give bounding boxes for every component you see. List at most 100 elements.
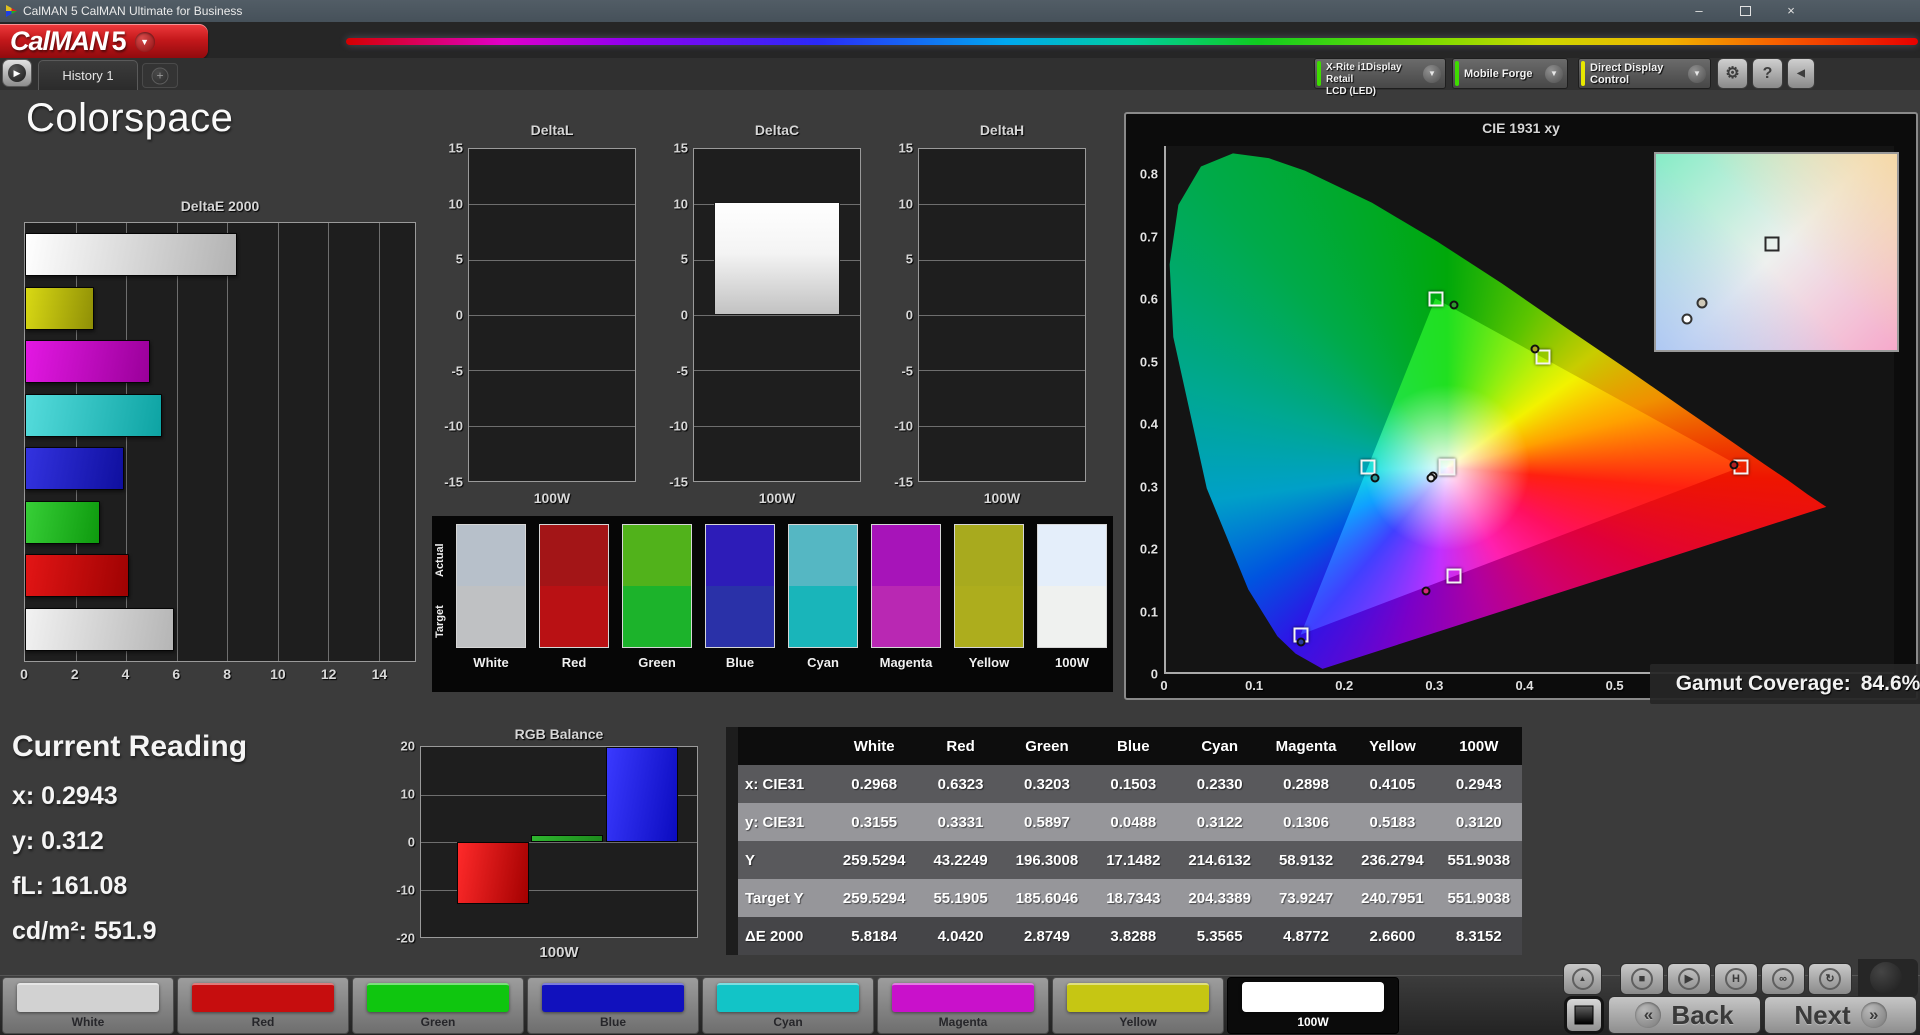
- grid-line: [919, 260, 1085, 261]
- table-cell: 18.7343: [1090, 890, 1176, 907]
- table-cell: 0.6323: [917, 776, 1003, 793]
- swatch-button-green[interactable]: Green: [352, 977, 524, 1034]
- deltae-tick-label: 8: [223, 666, 231, 682]
- table-row: Y259.529443.2249196.300817.1482214.61325…: [726, 841, 1522, 879]
- logo-menu-arrow-icon[interactable]: ▼: [135, 32, 155, 52]
- y-tick-label: 15: [674, 141, 688, 156]
- close-button[interactable]: ×: [1780, 3, 1802, 19]
- play-measure-button[interactable]: ▶: [1667, 963, 1711, 995]
- y-tick-label: -10: [396, 883, 415, 898]
- chevron-down-icon[interactable]: ▼: [1545, 65, 1563, 83]
- table-cell: 8.3152: [1436, 928, 1522, 945]
- gear-icon: ⚙: [1725, 65, 1739, 82]
- deltae-bars: [25, 223, 415, 661]
- refresh-button[interactable]: ↻: [1808, 963, 1852, 995]
- stop-measure-button[interactable]: ■: [1620, 963, 1664, 995]
- x-tick-label: 0.3: [1425, 678, 1443, 693]
- patch-swatch: [622, 524, 692, 648]
- deltae-bar-white: [25, 608, 174, 651]
- cie-target-magenta: [1447, 569, 1462, 584]
- swatch-button-100w[interactable]: 100W: [1227, 977, 1399, 1034]
- add-tab-button[interactable]: +: [142, 63, 178, 88]
- grid-line: [469, 315, 635, 316]
- patch-green: Green: [622, 524, 692, 670]
- chevron-down-icon[interactable]: ▼: [1688, 65, 1706, 83]
- table-cell: 17.1482: [1090, 852, 1176, 869]
- inset-measured-marker: [1696, 297, 1707, 308]
- pattern-window-button[interactable]: H: [1714, 963, 1758, 995]
- deltae-bar-cyan: [25, 394, 162, 437]
- swatch-color: [367, 983, 509, 1012]
- swatch-button-blue[interactable]: Blue: [527, 977, 699, 1034]
- display-control-dropdown[interactable]: Direct Display Control ▼: [1578, 58, 1711, 89]
- y-tick-label: 0.4: [1140, 417, 1158, 432]
- calman-logo[interactable]: CalMAN 5 ▼: [0, 24, 208, 59]
- toolbar-row: ▶ History 1 + X-Rite i1Display Retail LC…: [0, 58, 1920, 90]
- meter-dropdown[interactable]: X-Rite i1Display Retail LCD (LED) ▼: [1314, 58, 1446, 89]
- column-header-magenta: Magenta: [1263, 738, 1349, 755]
- panel-up-button[interactable]: ▲: [1563, 963, 1602, 995]
- table-gutter: [726, 879, 738, 917]
- status-zone: [1858, 959, 1918, 997]
- actual-row-label: Actual: [434, 530, 450, 590]
- swatch-button-magenta[interactable]: Magenta: [877, 977, 1049, 1034]
- table-gutter: [726, 917, 738, 955]
- next-button[interactable]: Next »: [1764, 996, 1917, 1034]
- settings-button[interactable]: ⚙: [1717, 58, 1748, 89]
- maximize-button[interactable]: [1734, 3, 1756, 19]
- deltae-bar-yellow: [25, 287, 94, 330]
- swatch-button-red[interactable]: Red: [177, 977, 349, 1034]
- swatch-button-yellow[interactable]: Yellow: [1052, 977, 1224, 1034]
- patch-target-color: [623, 586, 691, 647]
- patch-target-color: [1038, 586, 1106, 647]
- page-title: Colorspace: [26, 96, 233, 141]
- patch-label: Red: [539, 655, 609, 670]
- continuous-read-button[interactable]: ∞: [1761, 963, 1805, 995]
- table-cell: 0.3120: [1436, 814, 1522, 831]
- table-cell: 0.1503: [1090, 776, 1176, 793]
- row-label: x: CIE31: [741, 776, 831, 793]
- deltae-axis: 02468101214: [24, 666, 416, 686]
- table-cell: 0.2968: [831, 776, 917, 793]
- deltae-tick-label: 6: [172, 666, 180, 682]
- cie-plot: Gamut Coverage: 84.6%: [1164, 146, 1894, 674]
- table-cell: 2.8749: [1004, 928, 1090, 945]
- minimize-button[interactable]: –: [1688, 3, 1710, 19]
- table-cell: 240.7951: [1349, 890, 1435, 907]
- logo-row: CalMAN 5 ▼: [0, 22, 1920, 58]
- collapse-panel-button[interactable]: ◀: [1787, 58, 1815, 89]
- source-dropdown[interactable]: Mobile Forge ▼: [1452, 58, 1568, 89]
- patch-white: White: [456, 524, 526, 670]
- reading-fl: fL: 161.08: [12, 872, 247, 901]
- deltah-chart: DeltaH 151050-5-10-15 100W: [888, 122, 1098, 522]
- patch-label: White: [456, 655, 526, 670]
- swatch-color: [17, 983, 159, 1012]
- rgb-bar-red: [457, 842, 529, 904]
- calman-app-window: CalMAN 5 CalMAN Ultimate for Business – …: [0, 0, 1920, 1035]
- chevron-down-icon[interactable]: ▼: [1423, 65, 1441, 83]
- rgb-balance-title: RGB Balance: [420, 726, 698, 742]
- patch-actual-color: [457, 525, 525, 586]
- table-cell: 0.0488: [1090, 814, 1176, 831]
- column-header-red: Red: [917, 738, 1003, 755]
- y-tick-label: 0.3: [1140, 479, 1158, 494]
- y-tick-label: 15: [449, 141, 463, 156]
- table-row: Target Y259.529455.1905185.604618.734320…: [726, 879, 1522, 917]
- tab-history-1[interactable]: History 1: [38, 60, 138, 90]
- grid-line: [694, 370, 860, 371]
- table-gutter: [726, 765, 738, 803]
- swatch-button-white[interactable]: White: [2, 977, 174, 1034]
- gamut-coverage-value: 84.6%: [1861, 672, 1920, 696]
- layout-nav-button[interactable]: ▶: [2, 59, 32, 87]
- pattern-stop-button[interactable]: [1564, 996, 1604, 1034]
- y-tick-label: 0.7: [1140, 229, 1158, 244]
- deltal-chart: DeltaL 151050-5-10-15 100W: [438, 122, 648, 522]
- deltac-xlabel: 100W: [693, 490, 861, 506]
- swatch-button-cyan[interactable]: Cyan: [702, 977, 874, 1034]
- rgb-balance-chart: RGB Balance 20100-10-20 100W: [396, 726, 708, 972]
- y-tick-label: 0.6: [1140, 292, 1158, 307]
- table-cell: 0.3331: [917, 814, 1003, 831]
- back-button[interactable]: « Back: [1608, 996, 1761, 1034]
- help-button[interactable]: ?: [1752, 58, 1783, 89]
- table-gutter: [726, 727, 738, 765]
